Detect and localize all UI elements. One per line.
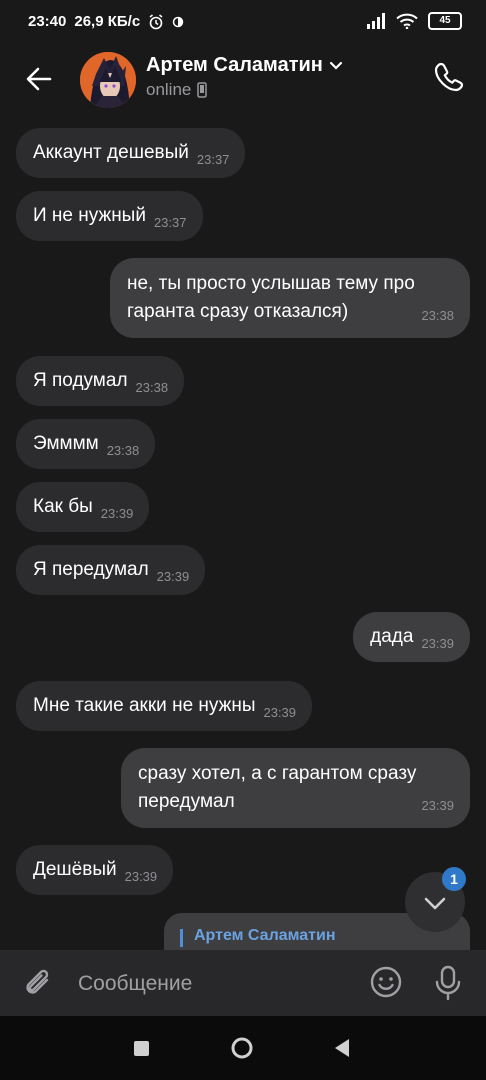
alarm-icon: [149, 13, 163, 29]
message-time: 23:37: [153, 215, 187, 230]
message-incoming[interactable]: И не нужный 23:37: [16, 191, 203, 241]
message-incoming[interactable]: Я передумал 23:39: [16, 545, 206, 595]
status-bar: 23:40 26,9 КБ/с 45: [0, 0, 486, 44]
reply-quote-bar: [180, 929, 183, 947]
message-time: 23:39: [124, 869, 158, 884]
status-right: 45: [366, 12, 462, 30]
contact-name[interactable]: Артем Саламатин: [146, 54, 343, 77]
message-time: 23:37: [196, 152, 230, 167]
message-text-line: гаранта сразу отказался): [127, 301, 349, 322]
message-time: 23:39: [100, 506, 134, 521]
message-composer: [0, 950, 486, 1016]
back-button[interactable]: [333, 1038, 351, 1058]
microphone-icon[interactable]: [430, 964, 466, 1002]
message-time: 23:39: [156, 569, 190, 584]
data-saver-icon: [172, 16, 184, 27]
status-text: online: [146, 80, 192, 99]
chevron-down-icon: [329, 61, 342, 70]
message-text: Я подумал: [33, 370, 128, 391]
message-text: Мне такие акки не нужны: [33, 695, 256, 716]
message-outgoing[interactable]: сразу хотел, а с гарантом сразу передума…: [121, 748, 470, 828]
message-input[interactable]: [78, 970, 358, 998]
message-incoming[interactable]: Дешёвый 23:39: [16, 845, 174, 895]
chat-header: Артем Саламатин online: [0, 44, 486, 114]
contact-status: online: [146, 80, 208, 100]
message-incoming[interactable]: Мне такие акки не нужны 23:39: [16, 681, 313, 731]
message-incoming[interactable]: Эмммм 23:38: [16, 419, 156, 469]
clock: 23:40: [28, 13, 67, 30]
message-time: 23:38: [106, 443, 140, 458]
battery-icon: 45: [428, 12, 462, 30]
message-text-line: не, ты просто услышав тему про: [127, 273, 415, 294]
message-text: Как бы: [33, 496, 93, 517]
network-speed: 26,9 КБ/с: [74, 13, 141, 30]
signal-icon: [367, 13, 385, 29]
message-text: И не нужный: [33, 205, 146, 226]
message-time: 23:39: [263, 705, 297, 720]
system-navigation-bar: [0, 1016, 486, 1080]
message-time: 23:38: [135, 380, 169, 395]
message-time: 23:39: [421, 636, 454, 651]
home-button[interactable]: [231, 1037, 253, 1059]
mobile-icon: [197, 82, 208, 98]
message-text-line: сразу хотел, а с гарантом сразу: [138, 763, 417, 784]
recents-button[interactable]: [134, 1041, 149, 1056]
avatar[interactable]: [80, 52, 136, 108]
reply-quote-name: Артем Саламатин: [194, 927, 336, 944]
message-text: дада: [370, 626, 414, 647]
message-outgoing[interactable]: не, ты просто услышав тему про гаранта с…: [110, 258, 470, 338]
status-left: 23:40 26,9 КБ/с: [28, 13, 184, 30]
contact-name-text: Артем Саламатин: [146, 54, 323, 76]
message-text: Я передумал: [33, 559, 149, 580]
message-outgoing[interactable]: дада 23:39: [353, 612, 470, 662]
message-text-line: передумал: [138, 791, 235, 812]
message-incoming[interactable]: Как бы 23:39: [16, 482, 150, 532]
phone-icon[interactable]: [432, 60, 466, 94]
message-text: Эмммм: [33, 433, 99, 454]
emoji-icon[interactable]: [368, 964, 404, 1000]
avatar-image: [80, 52, 136, 108]
message-time: 23:38: [421, 308, 454, 323]
message-incoming[interactable]: Аккаунт дешевый 23:37: [16, 128, 246, 178]
message-incoming[interactable]: Я подумал 23:38: [16, 356, 185, 406]
wifi-icon: [396, 13, 418, 29]
back-arrow-icon[interactable]: [22, 62, 56, 96]
message-text: Дешёвый: [33, 859, 117, 880]
message-time: 23:39: [421, 798, 454, 813]
message-text: Аккаунт дешевый: [33, 142, 189, 163]
unread-badge: 1: [442, 867, 466, 891]
paperclip-icon[interactable]: [20, 964, 58, 1002]
